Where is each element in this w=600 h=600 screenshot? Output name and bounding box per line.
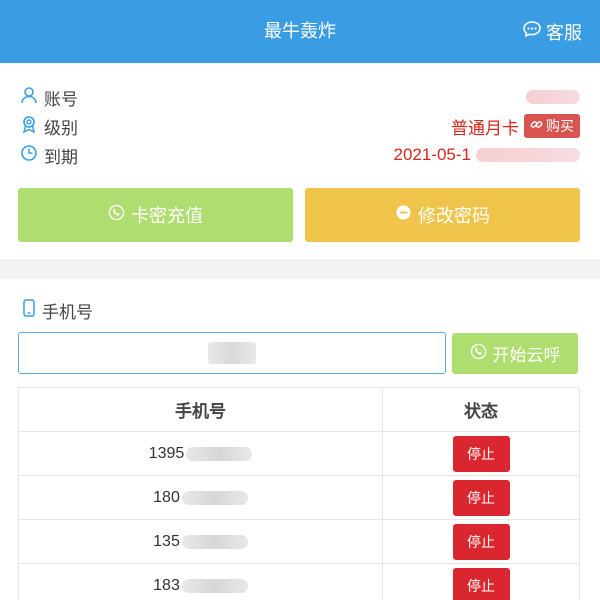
row-phone: 180 [153,488,180,506]
phone-label-text: 手机号 [42,302,93,322]
table-row: 183 停止 [19,564,579,600]
section-divider [0,259,600,279]
level-value: 普通月卡 [451,118,519,138]
stop-button[interactable]: 停止 [452,523,510,560]
recharge-button[interactable]: 卡密充值 [18,188,293,242]
row-phone: 1395 [148,444,185,462]
buy-label: 购买 [546,118,574,134]
level-label: 级别 [44,118,78,138]
column-header-phone: 手机号 [19,388,383,431]
award-icon [20,115,38,138]
link-icon [530,118,543,134]
phone-circle-icon [470,343,487,365]
change-password-button[interactable]: 修改密码 [305,188,580,242]
phone-circle-icon [108,204,125,226]
buy-button[interactable]: 购买 [524,114,580,138]
clock-icon [20,144,38,167]
username-value-redacted [526,90,580,104]
column-header-status: 状态 [464,402,498,421]
row-phone-redacted [181,534,248,549]
expire-label: 到期 [44,147,78,167]
row-phone-redacted [181,490,248,505]
row-phone-redacted [181,578,248,593]
level-row: 级别 普通月卡 购买 [20,113,580,139]
customer-service-button[interactable]: 客服 [522,0,582,63]
user-icon [20,86,38,109]
change-password-label: 修改密码 [418,206,490,226]
recharge-label: 卡密充值 [131,206,203,226]
stop-button[interactable]: 停止 [452,479,510,516]
expire-value-redacted [476,148,580,162]
start-call-button[interactable]: 开始云呼 [452,333,578,374]
table-row: 180 停止 [19,476,579,520]
phone-input-redacted [208,342,256,364]
username-row: 账号 [20,84,580,110]
start-call-label: 开始云呼 [492,346,561,365]
chat-icon [522,19,542,44]
row-phone: 135 [153,532,180,550]
table-row: 1395 停止 [19,432,579,476]
stop-button[interactable]: 停止 [452,567,510,600]
mobile-icon [22,298,36,322]
page-title: 最牛轰炸 [264,21,336,41]
table-header: 手机号 状态 [19,388,579,432]
stop-button[interactable]: 停止 [452,435,510,472]
phone-table: 手机号 状态 1395 停止 180 停止 135 停止 183 停止 [18,387,580,600]
expire-row: 到期 2021-05-1 [20,142,580,168]
row-phone: 183 [153,576,180,594]
row-phone-redacted [186,446,253,461]
table-row: 135 停止 [19,520,579,564]
expire-value: 2021-05-1 [393,145,471,164]
minus-circle-icon [395,204,412,226]
app-header: 最牛轰炸 客服 [0,0,600,63]
customer-service-label: 客服 [546,22,582,43]
username-label: 账号 [44,89,78,109]
phone-section-label: 手机号 [22,298,93,322]
